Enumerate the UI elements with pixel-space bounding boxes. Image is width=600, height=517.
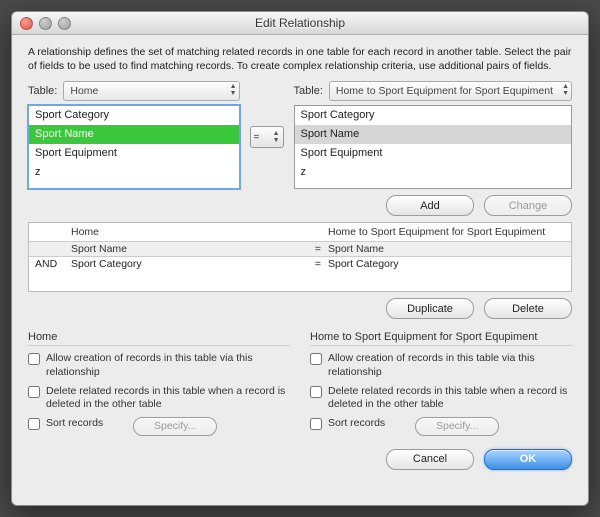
criteria-pairs-area: Home Home to Sport Equipment for Sport E… <box>28 222 572 292</box>
dropdown-arrows-icon: ▲▼ <box>273 130 280 144</box>
pairs-grid-header-row[interactable]: Sport Name = Sport Name <box>29 241 571 257</box>
window-traffic-lights <box>20 17 71 30</box>
pairs-header-right: Home to Sport Equipment for Sport Equpim… <box>308 226 565 238</box>
list-item[interactable]: Sport Equipment <box>295 144 571 163</box>
left-delete-related-label: Delete related records in this table whe… <box>46 385 290 412</box>
checkbox-icon[interactable] <box>28 386 40 398</box>
left-table-label: Table: <box>28 85 57 97</box>
edit-relationship-window: Edit Relationship A relationship defines… <box>11 11 589 506</box>
close-icon[interactable] <box>20 17 33 30</box>
dialog-content: A relationship defines the set of matchi… <box>12 35 588 505</box>
pairs-row-left: Sport Category <box>71 258 308 270</box>
list-item[interactable]: z <box>295 163 571 182</box>
right-table-dropdown[interactable]: Home to Sport Equipment for Sport Equpim… <box>329 81 572 101</box>
right-options-title: Home to Sport Equipment for Sport Equpim… <box>310 331 572 346</box>
zoom-icon <box>58 17 71 30</box>
list-item[interactable]: Sport Name <box>295 125 571 144</box>
pairs-row[interactable]: AND Sport Category = Sport Category <box>29 257 571 271</box>
right-sort-label: Sort records <box>328 417 385 431</box>
pairs-row-left: Sport Name <box>71 243 308 255</box>
pairs-row-right: Sport Category <box>328 258 565 270</box>
window-title: Edit Relationship <box>255 16 345 30</box>
right-allow-create-checkbox[interactable]: Allow creation of records in this table … <box>310 352 572 379</box>
pairs-row-right: Sport Name <box>328 243 565 255</box>
change-button[interactable]: Change <box>484 195 572 216</box>
duplicate-button[interactable]: Duplicate <box>386 298 474 319</box>
right-table-label: Table: <box>294 85 323 97</box>
left-sort-label: Sort records <box>46 417 103 431</box>
right-table-block: Table: Home to Sport Equipment for Sport… <box>294 81 572 189</box>
left-fields-listbox[interactable]: Sport Category Sport Name Sport Equipmen… <box>28 105 240 189</box>
operator-dropdown[interactable]: = ▲▼ <box>250 126 284 148</box>
minimize-icon <box>39 17 52 30</box>
left-specify-button[interactable]: Specify... <box>133 417 217 436</box>
right-sort-checkbox[interactable] <box>310 418 322 430</box>
titlebar: Edit Relationship <box>12 12 588 35</box>
left-options-column: Home Allow creation of records in this t… <box>28 331 290 441</box>
pairs-row-op: = <box>308 243 328 255</box>
right-options-column: Home to Sport Equipment for Sport Equpim… <box>310 331 572 441</box>
right-specify-button[interactable]: Specify... <box>415 417 499 436</box>
left-table-dropdown[interactable]: Home ▲▼ <box>63 81 239 101</box>
list-item[interactable]: Sport Category <box>295 106 571 125</box>
left-allow-create-label: Allow creation of records in this table … <box>46 352 290 379</box>
description-text: A relationship defines the set of matchi… <box>28 45 572 73</box>
right-delete-related-label: Delete related records in this table whe… <box>328 385 572 412</box>
checkbox-icon[interactable] <box>310 386 322 398</box>
pairs-row-op: = <box>308 258 328 270</box>
right-fields-listbox[interactable]: Sport Category Sport Name Sport Equipmen… <box>294 105 572 189</box>
checkbox-icon[interactable] <box>28 353 40 365</box>
list-item[interactable]: z <box>29 163 239 182</box>
left-allow-create-checkbox[interactable]: Allow creation of records in this table … <box>28 352 290 379</box>
list-item[interactable]: Sport Name <box>29 125 239 144</box>
add-button[interactable]: Add <box>386 195 474 216</box>
operator-value: = <box>254 132 260 143</box>
list-item[interactable]: Sport Equipment <box>29 144 239 163</box>
right-delete-related-checkbox[interactable]: Delete related records in this table whe… <box>310 385 572 412</box>
left-sort-checkbox[interactable] <box>28 418 40 430</box>
dropdown-arrows-icon: ▲▼ <box>230 83 237 97</box>
list-item[interactable]: Sport Category <box>29 106 239 125</box>
right-table-value: Home to Sport Equipment for Sport Equpim… <box>336 85 553 97</box>
left-delete-related-checkbox[interactable]: Delete related records in this table whe… <box>28 385 290 412</box>
delete-button[interactable]: Delete <box>484 298 572 319</box>
checkbox-icon[interactable] <box>310 353 322 365</box>
pairs-header-left: Home <box>71 226 308 238</box>
left-table-block: Table: Home ▲▼ Sport Category Sport Name… <box>28 81 240 189</box>
left-table-value: Home <box>70 85 98 97</box>
operator-column: = ▲▼ <box>250 81 284 148</box>
left-options-title: Home <box>28 331 290 346</box>
right-allow-create-label: Allow creation of records in this table … <box>328 352 572 379</box>
ok-button[interactable]: OK <box>484 449 572 470</box>
pairs-row-and: AND <box>35 258 71 270</box>
cancel-button[interactable]: Cancel <box>386 449 474 470</box>
dropdown-arrows-icon: ▲▼ <box>562 83 569 97</box>
